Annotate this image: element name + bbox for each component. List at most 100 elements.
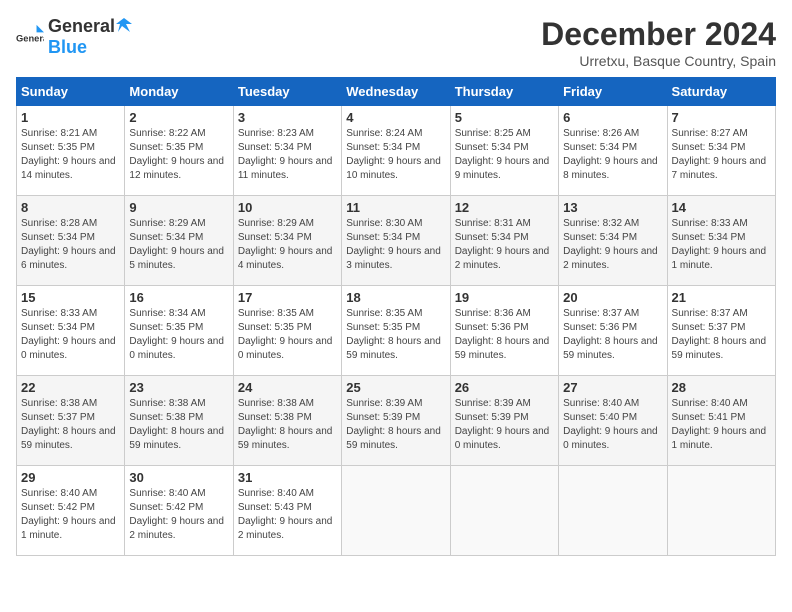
day-cell: 13 Sunrise: 8:32 AM Sunset: 5:34 PM Dayli… [559, 196, 667, 286]
day-number: 21 [672, 290, 771, 305]
day-number: 28 [672, 380, 771, 395]
day-cell: 3 Sunrise: 8:23 AM Sunset: 5:34 PM Daylig… [233, 106, 341, 196]
day-cell: 30 Sunrise: 8:40 AM Sunset: 5:42 PM Dayli… [125, 466, 233, 556]
day-info: Sunrise: 8:32 AM Sunset: 5:34 PM Dayligh… [563, 217, 662, 273]
day-info: Sunrise: 8:23 AM Sunset: 5:34 PM Dayligh… [238, 127, 337, 183]
day-info: Sunrise: 8:40 AM Sunset: 5:43 PM Dayligh… [238, 487, 337, 543]
day-info: Sunrise: 8:27 AM Sunset: 5:34 PM Dayligh… [672, 127, 771, 183]
day-info: Sunrise: 8:26 AM Sunset: 5:34 PM Dayligh… [563, 127, 662, 183]
week-row-5: 29 Sunrise: 8:40 AM Sunset: 5:42 PM Dayli… [17, 466, 776, 556]
day-number: 9 [129, 200, 228, 215]
week-row-3: 15Sunrise: 8:33 AM Sunset: 5:34 PM Dayli… [17, 286, 776, 376]
calendar-table: SundayMondayTuesdayWednesdayThursdayFrid… [16, 77, 776, 556]
day-number: 19 [455, 290, 554, 305]
day-info: Sunrise: 8:38 AM Sunset: 5:38 PM Dayligh… [129, 397, 228, 453]
day-cell: 9 Sunrise: 8:29 AM Sunset: 5:34 PM Daylig… [125, 196, 233, 286]
day-info: Sunrise: 8:29 AM Sunset: 5:34 PM Dayligh… [238, 217, 337, 273]
day-number: 29 [21, 470, 120, 485]
week-row-2: 8Sunrise: 8:28 AM Sunset: 5:34 PM Daylig… [17, 196, 776, 286]
day-info: Sunrise: 8:40 AM Sunset: 5:40 PM Dayligh… [563, 397, 662, 453]
day-number: 23 [129, 380, 228, 395]
day-info: Sunrise: 8:37 AM Sunset: 5:37 PM Dayligh… [672, 307, 771, 363]
week-row-1: 1Sunrise: 8:21 AM Sunset: 5:35 PM Daylig… [17, 106, 776, 196]
logo-general: General [48, 16, 115, 37]
day-cell: 5Sunrise: 8:25 AM Sunset: 5:34 PM Daylig… [450, 106, 558, 196]
day-info: Sunrise: 8:22 AM Sunset: 5:35 PM Dayligh… [129, 127, 228, 183]
day-number: 16 [129, 290, 228, 305]
week-row-4: 22 Sunrise: 8:38 AM Sunset: 5:37 PM Dayli… [17, 376, 776, 466]
day-cell [450, 466, 558, 556]
day-cell: 20 Sunrise: 8:37 AM Sunset: 5:36 PM Dayli… [559, 286, 667, 376]
day-header-sunday: Sunday [17, 78, 125, 106]
day-cell: 22 Sunrise: 8:38 AM Sunset: 5:37 PM Dayli… [17, 376, 125, 466]
day-info: Sunrise: 8:39 AM Sunset: 5:39 PM Dayligh… [455, 397, 554, 453]
day-cell: 29 Sunrise: 8:40 AM Sunset: 5:42 PM Dayli… [17, 466, 125, 556]
day-info: Sunrise: 8:25 AM Sunset: 5:34 PM Dayligh… [455, 127, 554, 183]
day-number: 20 [563, 290, 662, 305]
day-info: Sunrise: 8:31 AM Sunset: 5:34 PM Dayligh… [455, 217, 554, 273]
day-number: 31 [238, 470, 337, 485]
svg-text:General: General [16, 34, 44, 44]
day-number: 11 [346, 200, 445, 215]
day-number: 22 [21, 380, 120, 395]
day-cell: 15Sunrise: 8:33 AM Sunset: 5:34 PM Dayli… [17, 286, 125, 376]
header-row: SundayMondayTuesdayWednesdayThursdayFrid… [17, 78, 776, 106]
logo: General General Blue [16, 16, 133, 58]
day-info: Sunrise: 8:36 AM Sunset: 5:36 PM Dayligh… [455, 307, 554, 363]
day-info: Sunrise: 8:40 AM Sunset: 5:41 PM Dayligh… [672, 397, 771, 453]
day-number: 17 [238, 290, 337, 305]
day-number: 18 [346, 290, 445, 305]
day-cell: 17Sunrise: 8:35 AM Sunset: 5:35 PM Dayli… [233, 286, 341, 376]
day-number: 10 [238, 200, 337, 215]
day-cell: 25 Sunrise: 8:39 AM Sunset: 5:39 PM Dayli… [342, 376, 450, 466]
day-cell: 19 Sunrise: 8:36 AM Sunset: 5:36 PM Dayli… [450, 286, 558, 376]
day-info: Sunrise: 8:30 AM Sunset: 5:34 PM Dayligh… [346, 217, 445, 273]
day-number: 15 [21, 290, 120, 305]
day-cell: 21 Sunrise: 8:37 AM Sunset: 5:37 PM Dayli… [667, 286, 775, 376]
day-header-tuesday: Tuesday [233, 78, 341, 106]
header: General General Blue December 2024 Urret… [16, 16, 776, 69]
day-number: 25 [346, 380, 445, 395]
day-number: 27 [563, 380, 662, 395]
day-cell [667, 466, 775, 556]
day-number: 24 [238, 380, 337, 395]
day-cell: 1Sunrise: 8:21 AM Sunset: 5:35 PM Daylig… [17, 106, 125, 196]
day-cell: 28 Sunrise: 8:40 AM Sunset: 5:41 PM Dayli… [667, 376, 775, 466]
day-number: 3 [238, 110, 337, 125]
day-cell: 11 Sunrise: 8:30 AM Sunset: 5:34 PM Dayli… [342, 196, 450, 286]
day-number: 6 [563, 110, 662, 125]
day-number: 30 [129, 470, 228, 485]
day-number: 13 [563, 200, 662, 215]
day-header-monday: Monday [125, 78, 233, 106]
day-info: Sunrise: 8:21 AM Sunset: 5:35 PM Dayligh… [21, 127, 120, 183]
day-info: Sunrise: 8:38 AM Sunset: 5:37 PM Dayligh… [21, 397, 120, 453]
day-number: 12 [455, 200, 554, 215]
day-number: 7 [672, 110, 771, 125]
logo-icon: General [16, 23, 44, 51]
day-cell: 14Sunrise: 8:33 AM Sunset: 5:34 PM Dayli… [667, 196, 775, 286]
day-cell [559, 466, 667, 556]
day-header-thursday: Thursday [450, 78, 558, 106]
day-number: 14 [672, 200, 771, 215]
day-info: Sunrise: 8:37 AM Sunset: 5:36 PM Dayligh… [563, 307, 662, 363]
title-block: December 2024 Urretxu, Basque Country, S… [541, 16, 776, 69]
day-info: Sunrise: 8:40 AM Sunset: 5:42 PM Dayligh… [129, 487, 228, 543]
day-number: 2 [129, 110, 228, 125]
day-info: Sunrise: 8:38 AM Sunset: 5:38 PM Dayligh… [238, 397, 337, 453]
day-header-friday: Friday [559, 78, 667, 106]
day-cell: 8Sunrise: 8:28 AM Sunset: 5:34 PM Daylig… [17, 196, 125, 286]
day-cell: 26 Sunrise: 8:39 AM Sunset: 5:39 PM Dayli… [450, 376, 558, 466]
location: Urretxu, Basque Country, Spain [541, 53, 776, 69]
logo-bird-icon [116, 16, 132, 32]
day-cell: 10 Sunrise: 8:29 AM Sunset: 5:34 PM Dayli… [233, 196, 341, 286]
day-cell [342, 466, 450, 556]
day-cell: 7 Sunrise: 8:27 AM Sunset: 5:34 PM Daylig… [667, 106, 775, 196]
day-info: Sunrise: 8:34 AM Sunset: 5:35 PM Dayligh… [129, 307, 228, 363]
day-info: Sunrise: 8:39 AM Sunset: 5:39 PM Dayligh… [346, 397, 445, 453]
day-cell: 6 Sunrise: 8:26 AM Sunset: 5:34 PM Daylig… [559, 106, 667, 196]
day-info: Sunrise: 8:40 AM Sunset: 5:42 PM Dayligh… [21, 487, 120, 543]
day-info: Sunrise: 8:29 AM Sunset: 5:34 PM Dayligh… [129, 217, 228, 273]
logo-blue: Blue [48, 37, 87, 57]
day-number: 26 [455, 380, 554, 395]
month-title: December 2024 [541, 16, 776, 53]
